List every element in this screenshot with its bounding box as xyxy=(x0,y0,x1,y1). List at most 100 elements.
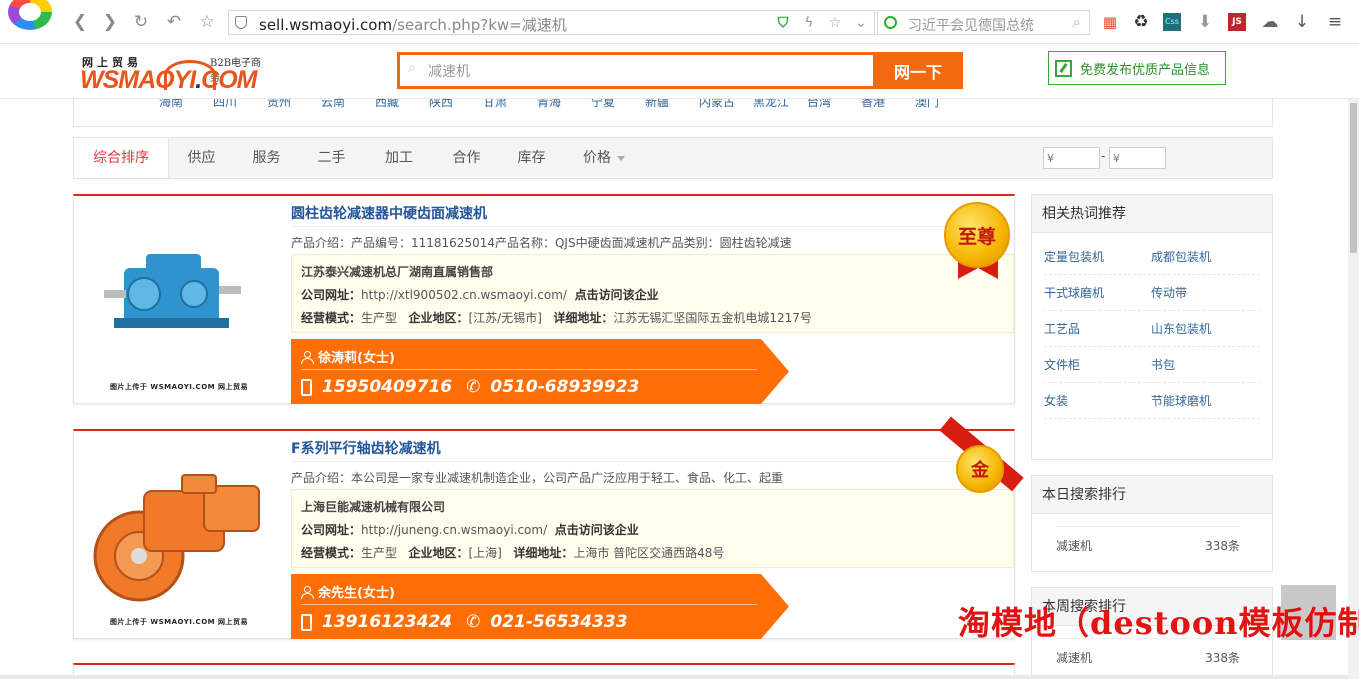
hot-word-link[interactable]: 节能球磨机 xyxy=(1151,392,1258,409)
hot-word-link[interactable]: 成都包装机 xyxy=(1151,248,1258,265)
site-logo[interactable]: 网上贸易 B2B电子商务 WSMAOYI.COM xyxy=(80,51,270,97)
download-icon[interactable]: ↓ xyxy=(1292,12,1312,32)
company-name[interactable]: 上海巨能减速机械有限公司 xyxy=(301,498,445,515)
edit-icon xyxy=(1055,59,1072,77)
company-name[interactable]: 江苏泰兴减速机总厂湖南直属销售部 xyxy=(301,263,493,280)
telephone-number[interactable]: 0510-68939923 xyxy=(490,377,639,397)
tab-label: 加工 xyxy=(385,150,413,166)
visit-company-link[interactable]: 点击访问该企业 xyxy=(555,523,639,537)
weekly-rank-row[interactable]: 减速机 338条 xyxy=(1056,649,1240,666)
rank-count: 338条 xyxy=(1205,539,1240,553)
apps-grid-icon[interactable]: ▦ xyxy=(1100,12,1120,32)
browser-logo-icon[interactable] xyxy=(8,0,52,30)
rank-keyword[interactable]: 减速机 xyxy=(1056,537,1092,554)
tab-label: 库存 xyxy=(517,150,546,166)
scrollbar-thumb[interactable] xyxy=(1350,103,1357,253)
contact-person: 余先生(女士) xyxy=(301,582,395,601)
company-detail-line: 经营模式：生产型 企业地区：[江苏/无锡市] 详细地址：江苏无锡汇坚国际五金机电… xyxy=(301,309,812,326)
recycle-icon[interactable]: ♻ xyxy=(1131,12,1151,32)
region-label: 企业地区： xyxy=(408,546,469,560)
search-icon[interactable]: ⌕ xyxy=(1073,13,1081,31)
membership-badge: 至尊 xyxy=(942,200,1012,280)
website-label: 公司网址： xyxy=(301,288,362,302)
tab-5[interactable]: 合作 xyxy=(434,138,499,178)
page-scrollbar[interactable] xyxy=(1348,45,1359,679)
mobile-number[interactable]: 15950409716 xyxy=(322,377,452,397)
tab-4[interactable]: 加工 xyxy=(364,138,434,178)
reload-icon[interactable]: ↻ xyxy=(131,12,151,32)
site-header: 网上贸易 B2B电子商务 WSMAOYI.COM ⌕ 网一下 免费发布优质产品信… xyxy=(0,45,1359,99)
download-block-icon[interactable]: ⬇ xyxy=(1195,12,1215,32)
gear-reducer-illustration xyxy=(93,474,260,602)
lightning-icon[interactable]: ϟ xyxy=(796,15,822,31)
back-icon[interactable]: ❮ xyxy=(70,12,90,32)
menu-icon[interactable]: ≡ xyxy=(1325,12,1345,32)
hot-word-link[interactable]: 女装 xyxy=(1044,392,1151,409)
company-website-link[interactable]: http://xtl900502.cn.wsmaoyi.com/ xyxy=(361,288,567,302)
browser-search-box[interactable]: 习近平会见德国总统 ⌕ xyxy=(877,10,1090,35)
product-image[interactable]: 图片上传于 WSMAOYI.COM 网上贸易 xyxy=(84,441,274,631)
tab-7[interactable]: 价格 xyxy=(564,138,644,178)
hot-word-link[interactable]: 干式球磨机 xyxy=(1044,284,1151,301)
hot-word-link[interactable]: 书包 xyxy=(1151,356,1258,373)
url-text[interactable]: sell.wsmaoyi.com/search.php?kw=减速机 xyxy=(259,14,567,35)
contact-name: 余先生(女士) xyxy=(318,586,395,601)
phone-icon xyxy=(301,378,312,396)
price-max-input[interactable] xyxy=(1109,147,1166,169)
tab-1[interactable]: 供应 xyxy=(169,138,234,178)
tab-6[interactable]: 库存 xyxy=(499,138,564,178)
address-bar[interactable]: sell.wsmaoyi.com/search.php?kw=减速机 ⛉ ϟ ☆… xyxy=(228,10,875,35)
hot-words-row: 干式球磨机 传动带 xyxy=(1044,275,1260,311)
site-search-input[interactable] xyxy=(428,55,868,86)
tab-2[interactable]: 服务 xyxy=(234,138,299,178)
company-info: 江苏泰兴减速机总厂湖南直属销售部 公司网址：http://xtl900502.cn… xyxy=(291,254,1014,333)
css-extension-icon[interactable]: Css xyxy=(1163,13,1181,31)
company-address: 江苏无锡汇坚国际五金机电城1217号 xyxy=(613,311,812,325)
site-search-button[interactable]: 网一下 xyxy=(873,52,963,89)
product-title-link[interactable]: F系列平行轴齿轮减速机 xyxy=(291,438,441,458)
cloud-icon[interactable]: ☁ xyxy=(1260,12,1280,32)
browser-toolbar: ❮ ❯ ↻ ↶ ☆ sell.wsmaoyi.com/search.php?kw… xyxy=(0,0,1359,44)
daily-rank-row[interactable]: 减速机 338条 xyxy=(1056,537,1240,554)
contact-banner: 徐涛莉(女士) 15950409716 ✆ 0510-68939923 xyxy=(291,339,789,404)
address-bar-icons: ⛉ ϟ ☆ ⌄ xyxy=(770,11,874,34)
product-title-link[interactable]: 圆柱齿轮减速器中硬齿面减速机 xyxy=(291,203,487,223)
search-engine-icon[interactable] xyxy=(884,16,897,29)
browser-search-placeholder[interactable]: 习近平会见德国总统 xyxy=(908,15,1034,35)
tab-label: 价格 xyxy=(583,150,611,166)
product-image[interactable]: 图片上传于 WSMAOYI.COM 网上贸易 xyxy=(84,206,274,396)
publish-product-button[interactable]: 免费发布优质产品信息 xyxy=(1048,51,1226,85)
price-min-input[interactable] xyxy=(1043,147,1100,169)
hot-words-title: 相关热词推荐 xyxy=(1032,195,1272,233)
rank-keyword[interactable]: 减速机 xyxy=(1056,649,1092,666)
js-extension-icon[interactable]: JS xyxy=(1228,13,1246,31)
address-label: 详细地址： xyxy=(553,311,614,325)
hot-word-link[interactable]: 传动带 xyxy=(1151,284,1258,301)
hot-words-panel: 相关热词推荐 定量包装机 成都包装机 干式球磨机 传动带 工艺品 山东包装机 文件柜 书包 女装… xyxy=(1031,194,1273,460)
favorite-star-icon[interactable]: ☆ xyxy=(822,15,848,31)
hot-words-row: 定量包装机 成都包装机 xyxy=(1044,239,1260,275)
hot-word-link[interactable]: 工艺品 xyxy=(1044,320,1151,337)
visit-company-link[interactable]: 点击访问该企业 xyxy=(575,288,659,302)
phone-icon xyxy=(301,613,312,631)
company-website-link[interactable]: http://juneng.cn.wsmaoyi.com/ xyxy=(361,523,547,537)
forward-icon[interactable]: ❯ xyxy=(100,12,120,32)
hot-word-link[interactable]: 山东包装机 xyxy=(1151,320,1258,337)
dropdown-icon[interactable]: ⌄ xyxy=(848,15,874,31)
telephone-number[interactable]: 021-56534333 xyxy=(490,612,627,632)
bookmark-star-icon[interactable]: ☆ xyxy=(197,12,217,32)
mobile-number[interactable]: 13916123424 xyxy=(322,612,452,632)
product-description: 产品介绍：产品编号：11181625014产品名称：QJS中硬齿面减速机产品类别… xyxy=(291,236,792,250)
daily-rank-panel: 本日搜索排行 减速机 338条 xyxy=(1031,475,1273,572)
shield-icon xyxy=(235,16,247,29)
image-caption: 图片上传于 WSMAOYI.COM 网上贸易 xyxy=(109,618,249,626)
tab-0[interactable]: 综合排序 xyxy=(74,138,169,178)
price-separator: - xyxy=(1101,149,1106,163)
hot-word-link[interactable]: 文件柜 xyxy=(1044,356,1151,373)
mode-label: 经营模式： xyxy=(301,311,362,325)
security-shield-icon[interactable]: ⛉ xyxy=(770,15,796,31)
undo-icon[interactable]: ↶ xyxy=(164,12,184,32)
tab-3[interactable]: 二手 xyxy=(299,138,364,178)
website-label: 公司网址： xyxy=(301,523,362,537)
hot-word-link[interactable]: 定量包装机 xyxy=(1044,248,1151,265)
